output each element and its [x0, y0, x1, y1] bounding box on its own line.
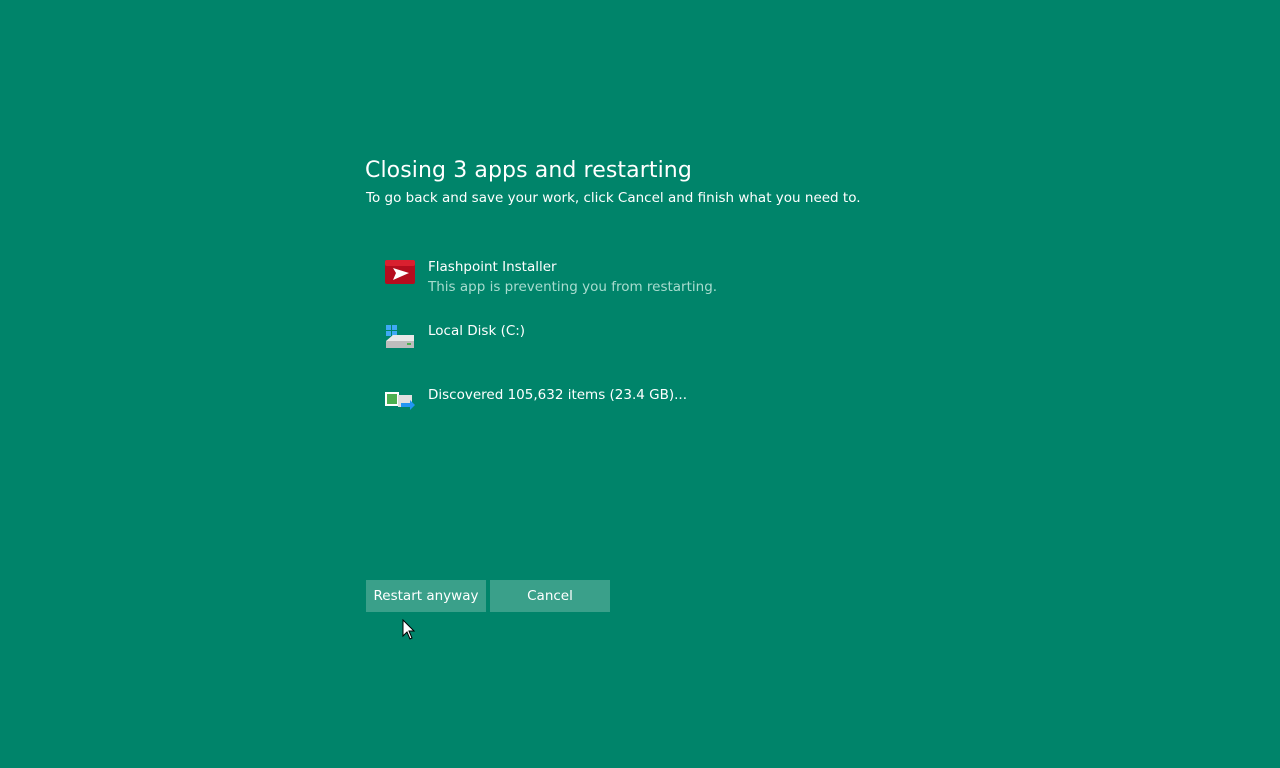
app-name: Flashpoint Installer: [428, 259, 557, 275]
restart-screen: Closing 3 apps and restarting To go back…: [0, 0, 1280, 768]
local-disk-icon: [383, 319, 417, 353]
app-status: This app is preventing you from restarti…: [428, 279, 718, 295]
file-transfer-icon: [383, 383, 417, 417]
flashpoint-icon: [383, 255, 417, 289]
app-name: Discovered 105,632 items (23.4 GB)...: [428, 387, 687, 403]
cancel-button[interactable]: Cancel: [490, 580, 610, 612]
app-name: Local Disk (C:): [428, 323, 526, 339]
dialog-subtitle: To go back and save your work, click Can…: [366, 190, 861, 206]
app-list-item-file-transfer: Discovered 105,632 items (23.4 GB)...: [383, 387, 883, 437]
mouse-pointer-icon: [402, 618, 416, 641]
app-list-item-local-disk: Local Disk (C:): [383, 323, 883, 373]
app-list-item-flashpoint: Flashpoint Installer This app is prevent…: [383, 259, 883, 309]
dialog-title: Closing 3 apps and restarting: [365, 158, 692, 183]
restart-anyway-button[interactable]: Restart anyway: [366, 580, 486, 612]
